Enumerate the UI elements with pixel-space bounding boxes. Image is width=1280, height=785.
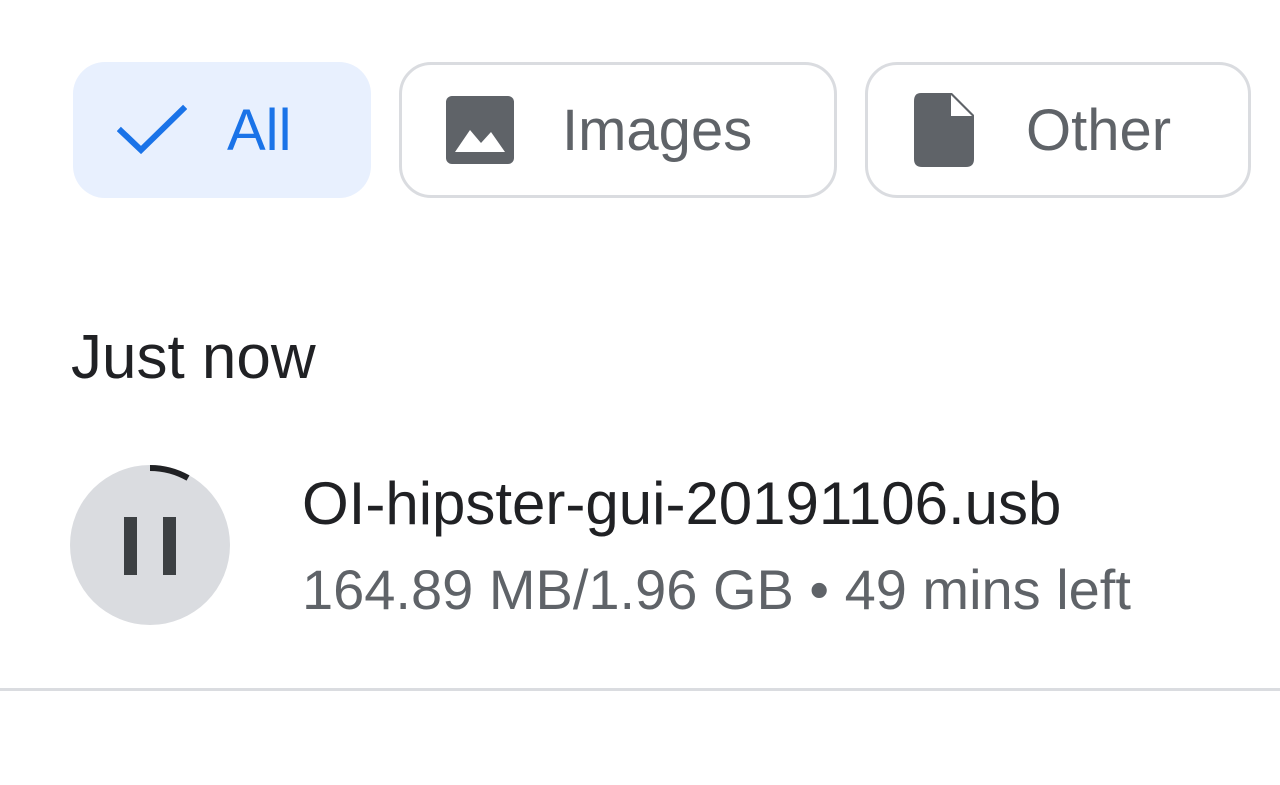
image-icon (446, 96, 514, 164)
download-list-item[interactable]: OI-hipster-gui-20191106.usb 164.89 MB/1.… (70, 465, 1260, 630)
download-file-name[interactable]: OI-hipster-gui-20191106.usb (302, 469, 1061, 538)
progress-track (70, 465, 230, 625)
list-divider (0, 688, 1280, 691)
check-icon (117, 104, 187, 156)
downloads-page: All Images Other Just now OI-hipster-gui… (0, 0, 1280, 785)
filter-chip-images-label: Images (562, 97, 753, 163)
download-status: 164.89 MB/1.96 GB • 49 mins left (302, 558, 1131, 621)
filter-chip-images[interactable]: Images (399, 62, 837, 198)
filter-chip-all-label: All (227, 97, 292, 163)
filter-chip-other-label: Other (1026, 97, 1172, 163)
section-header-just-now: Just now (71, 323, 316, 392)
file-icon (914, 93, 974, 167)
filter-chip-other[interactable]: Other (865, 62, 1251, 198)
filter-chip-all[interactable]: All (73, 62, 371, 198)
pause-download-button[interactable] (70, 465, 230, 625)
filter-chip-row: All Images Other (73, 62, 1251, 198)
